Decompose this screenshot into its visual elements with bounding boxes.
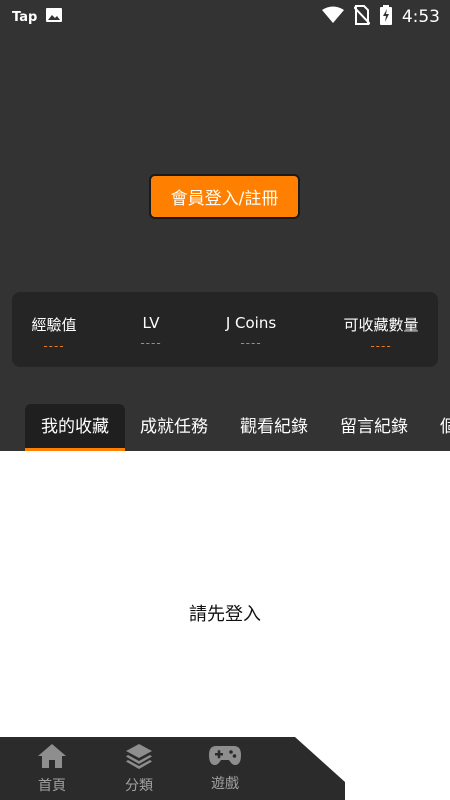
stat-experience: 經驗值 ---- [0,314,109,353]
layers-icon [126,744,152,769]
nav-home[interactable]: 首頁 [22,743,82,795]
image-icon [45,7,63,27]
bottom-navigation: 首頁 分類 遊戲 [0,737,450,800]
stat-value: ---- [240,336,262,350]
tab-achievements[interactable]: 成就任務 [140,404,208,451]
gamepad-icon [209,746,241,765]
stat-label: 經驗值 [31,316,77,334]
stat-value: ---- [140,336,162,350]
profile-header: Tap 4:53 會員登入/註冊 經驗值 ---- LV ---- J Coin… [0,0,450,451]
stat-label: LV [142,314,160,332]
wifi-icon [321,6,344,28]
nav-games[interactable]: 遊戲 [195,743,255,793]
login-required-message: 請先登入 [189,604,261,625]
stat-value: ---- [370,339,392,353]
no-sim-icon [353,5,371,29]
clock-time: 4:53 [401,7,440,27]
stat-level: LV ---- [96,314,206,350]
nav-categories[interactable]: 分類 [109,743,169,795]
stat-label: 可收藏數量 [343,316,419,334]
tab-favorites[interactable]: 我的收藏 [25,404,125,451]
tab-comment-history[interactable]: 留言紀錄 [340,404,408,451]
stat-favorites-capacity: 可收藏數量 ---- [326,314,436,353]
nav-label: 遊戲 [211,776,239,792]
stat-jcoins: J Coins ---- [196,314,306,350]
stat-value: ---- [43,339,65,353]
login-register-button[interactable]: 會員登入/註冊 [149,174,300,219]
stat-label: J Coins [225,314,277,332]
nav-label: 分類 [125,778,153,794]
battery-charging-icon [379,5,392,29]
tab-more[interactable]: 個 [440,404,450,451]
profile-tabs: 我的收藏 成就任務 觀看紀錄 留言紀錄 個 [0,404,450,451]
app-tag: Tap [12,9,38,25]
home-icon [38,744,66,768]
stats-card: 經驗值 ---- LV ---- J Coins ---- 可收藏數量 ---- [12,292,438,367]
status-bar: Tap 4:53 [0,0,450,32]
tab-watch-history[interactable]: 觀看紀錄 [240,404,308,451]
nav-label: 首頁 [38,778,66,794]
